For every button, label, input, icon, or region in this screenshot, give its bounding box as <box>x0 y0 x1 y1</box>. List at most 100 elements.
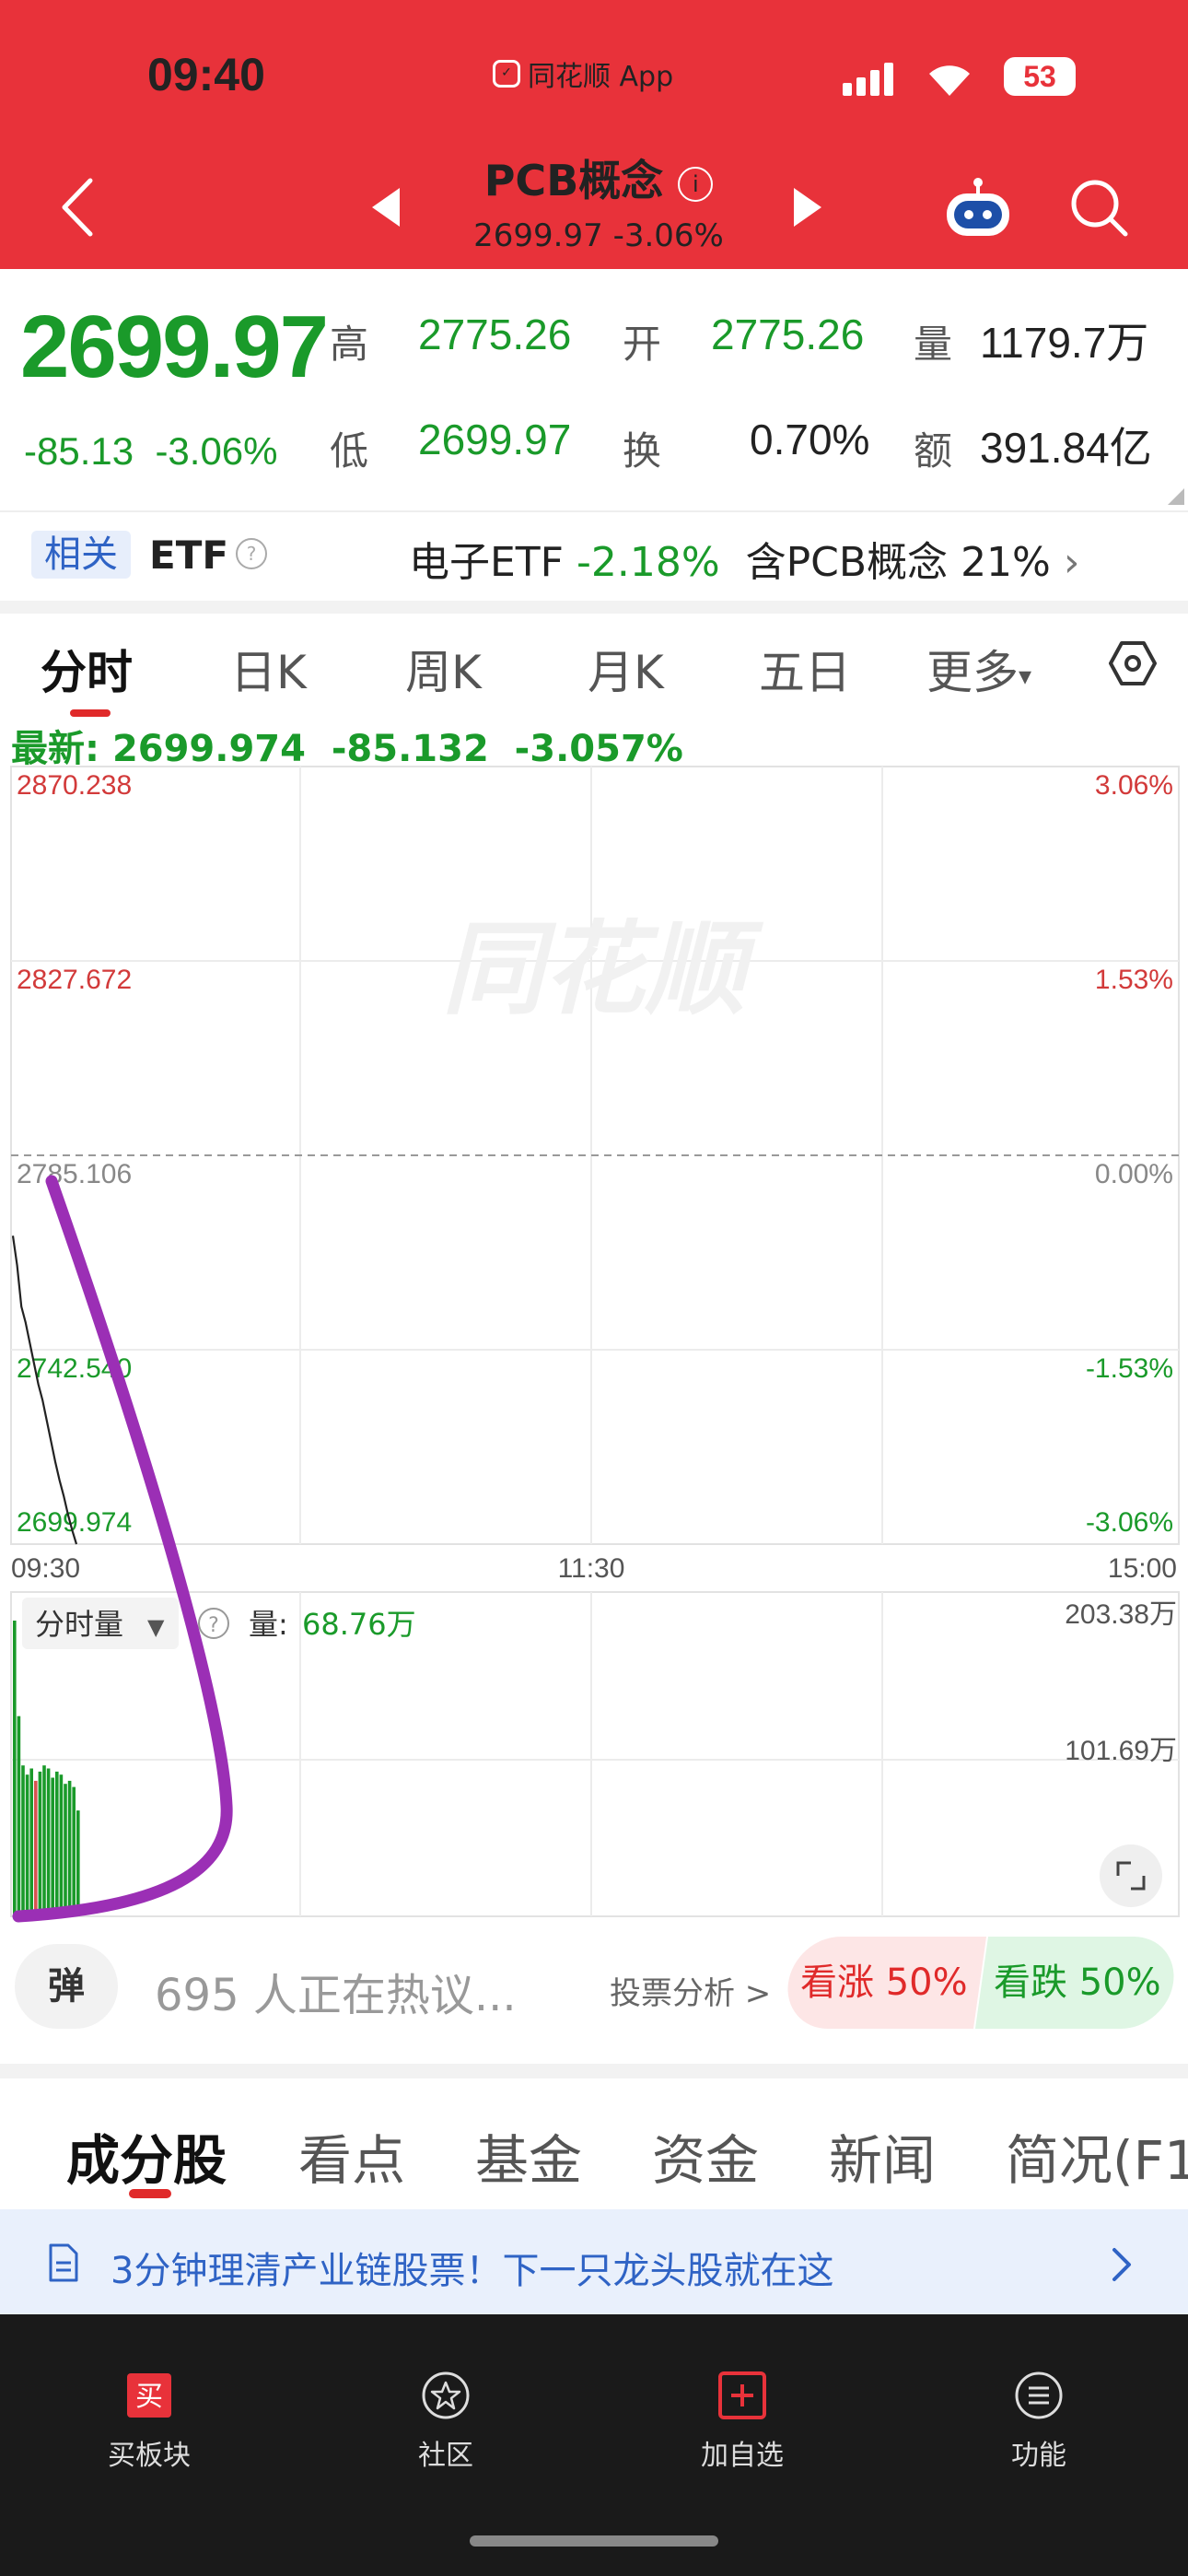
section-gap <box>0 601 1188 614</box>
hot-discussion-text[interactable]: 695 人正在热议... <box>155 1959 517 2023</box>
intraday-chart[interactable]: 同花顺2870.2382827.6722785.1062742.5402699.… <box>0 763 1188 1924</box>
home-indicator <box>470 2535 718 2547</box>
tab-funds[interactable]: 基金 <box>475 2117 582 2195</box>
high-value: 2775.26 <box>418 310 572 358</box>
tab-overview[interactable]: 简况(F1 <box>1006 2117 1188 2195</box>
price-axis-label: 2827.672 <box>17 965 132 995</box>
vote-analysis-link[interactable]: 投票分析 > <box>610 1968 771 2013</box>
x-tick-label: 15:00 <box>1108 1553 1177 1584</box>
etf-name: 电子ETF <box>409 539 564 586</box>
status-app-name: 同花顺 App <box>528 61 674 93</box>
pct-axis-label: 0.00% <box>1095 1159 1173 1189</box>
volume-bar <box>72 1786 76 1916</box>
danmu-button-label: 弹 <box>48 1965 85 2008</box>
caret-down-icon: ▾ <box>1019 661 1032 691</box>
header-price-line: 2699.97 -3.06% <box>473 217 724 254</box>
vote-bearish-label: 看跌 50% <box>994 1961 1161 2004</box>
nav-functions[interactable]: 功能 <box>956 2370 1122 2473</box>
vote-bearish-button[interactable]: 看跌 50% <box>974 1937 1181 2029</box>
svg-text:买: 买 <box>135 2381 163 2413</box>
vote-bullish-label: 看涨 50% <box>800 1961 968 2004</box>
price-axis-label: 2699.974 <box>17 1507 132 1538</box>
etf-label: ETF <box>149 533 229 578</box>
tab-five-day[interactable]: 五日 <box>759 636 851 702</box>
status-time: 09:40 <box>147 49 265 100</box>
nav-add-favorite[interactable]: 加自选 <box>659 2370 825 2473</box>
volume-bar <box>51 1777 54 1916</box>
volume-label: 量: <box>249 1607 288 1642</box>
pct-axis-label: 1.53% <box>1095 965 1173 995</box>
previous-sector-button[interactable] <box>368 184 405 230</box>
cellular-signal-icon <box>843 59 893 96</box>
tab-monthly-k[interactable]: 月K <box>588 636 664 702</box>
x-tick-label: 11:30 <box>558 1553 625 1584</box>
open-label: 开 <box>623 322 662 367</box>
tab-more[interactable]: 更多▾ <box>926 636 1031 702</box>
quote-divider <box>0 510 1188 512</box>
danmu-toggle-button[interactable]: 弹 <box>15 1944 118 2029</box>
expand-corner-icon[interactable] <box>1168 488 1184 505</box>
help-icon-glyph: ? <box>208 1614 219 1637</box>
fullscreen-button <box>1100 1844 1162 1907</box>
document-icon <box>49 2243 78 2282</box>
settings-hexagon-icon[interactable] <box>1109 639 1157 687</box>
banner-text: 3分钟理清产业链股票！下一只龙头股就在这 <box>111 2250 834 2292</box>
amount-value: 391.84亿 <box>980 424 1152 472</box>
help-icon[interactable]: ? <box>236 538 267 569</box>
battery-icon: 53 <box>1004 57 1076 96</box>
low-value: 2699.97 <box>418 416 572 463</box>
volume-bar <box>55 1771 59 1916</box>
price-axis-label: 2785.106 <box>17 1159 132 1189</box>
page-title-text: PCB概念 <box>483 156 664 205</box>
etf-info-link[interactable]: 电子ETF -2.18% 含PCB概念 21% › <box>409 529 1079 588</box>
vote-bullish-button[interactable]: 看涨 50% <box>781 1937 987 2029</box>
volume-axis-label: 101.69万 <box>1065 1736 1177 1766</box>
nav-community[interactable]: 社区 <box>363 2370 529 2473</box>
chevron-right-icon <box>1112 2248 1131 2281</box>
open-value: 2775.26 <box>711 310 865 358</box>
tab-highlights[interactable]: 看点 <box>298 2117 405 2195</box>
related-tag: 相关 <box>31 531 131 579</box>
volume-bar <box>64 1784 67 1916</box>
volume-bar <box>46 1768 51 1916</box>
back-button[interactable] <box>55 175 99 240</box>
price-change-row: -85.13 -3.06% <box>24 429 278 474</box>
etf-holding: 含PCB概念 21% <box>745 539 1051 586</box>
volume-axis-label: 203.38万 <box>1065 1599 1177 1630</box>
tab-constituents[interactable]: 成分股 <box>66 2117 227 2195</box>
volume-bar <box>42 1765 46 1916</box>
price-change: -85.13 <box>24 429 134 473</box>
menu-icon <box>1015 2371 1063 2419</box>
buy-icon: 买 <box>127 2373 171 2418</box>
tab-news[interactable]: 新闻 <box>829 2117 936 2195</box>
watermark-text: 同花顺 <box>442 910 764 1028</box>
volume-bar <box>21 1765 25 1916</box>
nav-buy-sector[interactable]: 买 买板块 <box>66 2370 232 2473</box>
high-label: 高 <box>330 322 369 367</box>
tab-capital-flow[interactable]: 资金 <box>652 2117 759 2195</box>
tab-daily-k[interactable]: 日K <box>230 636 307 702</box>
current-price: 2699.97 <box>20 298 329 396</box>
etf-change: -2.18% <box>577 539 720 586</box>
chevron-right-icon: › <box>1063 539 1080 586</box>
volume-bar <box>34 1780 38 1916</box>
status-app-label: ✓ 同花顺 App <box>493 53 673 94</box>
active-section-indicator <box>129 2189 171 2198</box>
search-icon[interactable] <box>1066 175 1131 240</box>
price-change-pct: -3.06% <box>155 429 278 473</box>
nav-community-label: 社区 <box>418 2440 473 2472</box>
tab-weekly-k[interactable]: 周K <box>405 636 482 702</box>
volume-bar <box>38 1771 42 1916</box>
volume-panel-frame <box>10 1591 1180 1917</box>
info-icon[interactable]: i <box>678 166 714 202</box>
next-sector-button[interactable] <box>788 184 825 230</box>
robot-assistant-icon[interactable] <box>941 177 1015 241</box>
section-gap <box>0 2064 1188 2078</box>
pct-axis-label: 3.06% <box>1095 770 1173 801</box>
tab-more-label: 更多 <box>926 646 1019 699</box>
page-title: PCB概念 i <box>414 147 783 208</box>
tab-intraday[interactable]: 分时 <box>41 636 133 702</box>
volume-bar <box>29 1768 33 1916</box>
pct-axis-label: -1.53% <box>1086 1353 1173 1384</box>
volume-bar <box>17 1715 21 1916</box>
